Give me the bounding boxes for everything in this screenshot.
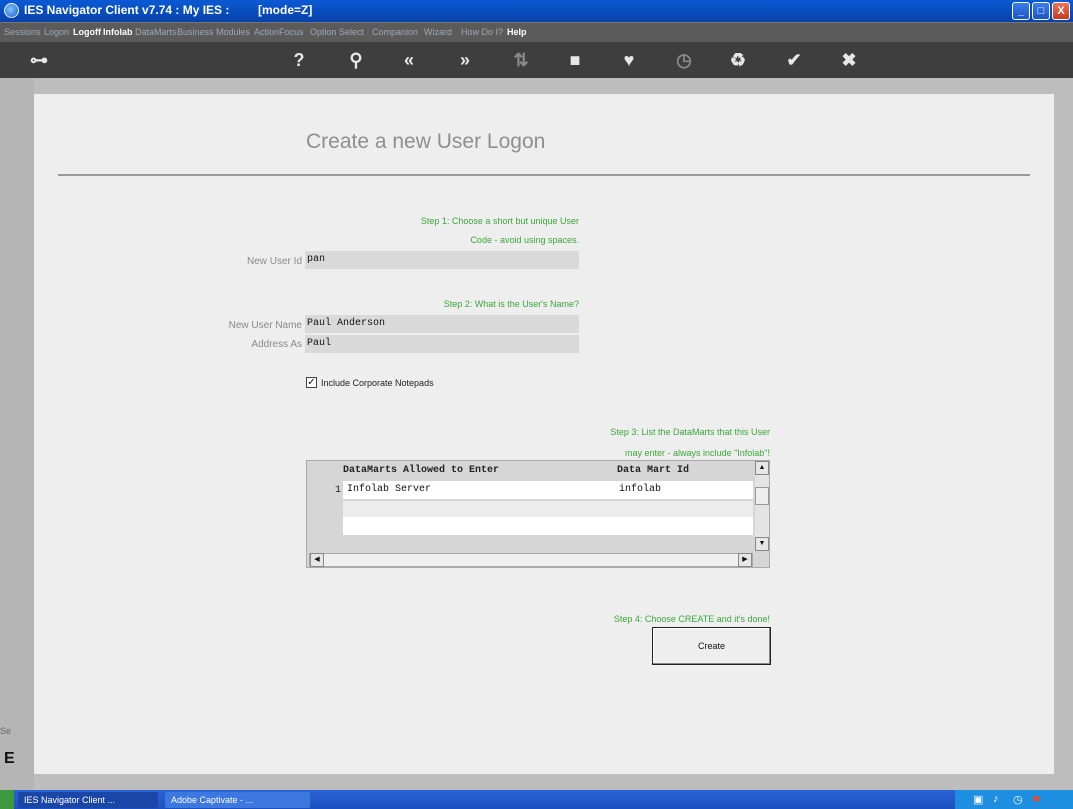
horizontal-scrollbar[interactable]: ◀ ▶ — [309, 553, 753, 567]
search-icon[interactable]: ⚲ — [343, 48, 369, 72]
user-name-label: New User Name — [228, 320, 302, 331]
empty-row[interactable] — [343, 517, 753, 535]
close-icon[interactable]: ✖ — [836, 48, 862, 72]
menu-logon[interactable]: Logon — [44, 27, 69, 37]
menu-logoff[interactable]: Logoff — [73, 27, 101, 37]
start-button[interactable] — [0, 790, 14, 809]
window-title: IES Navigator Client v7.74 : My IES : — [24, 3, 230, 17]
left-strip-label: Se — [0, 726, 12, 736]
content-area: Se E — [0, 78, 1073, 790]
recycle-icon[interactable]: ♻ — [725, 48, 751, 72]
step3-line2: may enter - always include "Infolab"! — [625, 448, 770, 458]
left-strip: Se E — [0, 78, 34, 790]
menu-how-do-i[interactable]: How Do I? — [461, 27, 503, 37]
grid-header-datamarts[interactable]: DataMarts Allowed to Enter — [343, 465, 499, 476]
menu-option-select[interactable]: Option Select — [310, 27, 364, 37]
sort-icon[interactable]: ⇅ — [508, 48, 534, 72]
table-row[interactable]: Infolab Server infolab — [343, 481, 753, 499]
datamarts-grid: DataMarts Allowed to Enter Data Mart Id … — [306, 460, 770, 568]
menu-infolab[interactable]: Infolab — [103, 27, 133, 37]
menu-datamarts[interactable]: DataMarts — [135, 27, 177, 37]
corporate-notepads-label: Include Corporate Notepads — [321, 378, 434, 388]
step1-line2: Code - avoid using spaces. — [470, 235, 579, 245]
stop-icon[interactable]: ■ — [562, 48, 588, 72]
taskbar-item-ies[interactable]: IES Navigator Client ... — [18, 792, 158, 808]
menu-companion[interactable]: Companion — [372, 27, 418, 37]
key-icon[interactable]: ⊶ — [26, 48, 52, 72]
user-id-label: New User Id — [246, 256, 302, 267]
left-strip-letter: E — [4, 750, 15, 767]
check-icon[interactable]: ✔ — [781, 48, 807, 72]
scroll-right-arrow-icon[interactable]: ▶ — [738, 553, 752, 567]
scroll-up-arrow-icon[interactable]: ▲ — [755, 461, 769, 475]
step3-line1: Step 3: List the DataMarts that this Use… — [610, 427, 770, 437]
tray-clock-icon[interactable]: ◷ — [1013, 793, 1023, 806]
maximize-button[interactable]: □ — [1032, 2, 1050, 20]
menu-wizard[interactable]: Wizard — [424, 27, 452, 37]
tray-app-icon[interactable]: ■ — [1033, 793, 1040, 805]
close-window-button[interactable]: X — [1052, 2, 1070, 20]
tray-speaker-icon[interactable]: ♪ — [993, 793, 999, 805]
mode-indicator: [mode=Z] — [258, 3, 313, 17]
step1-line1: Step 1: Choose a short but unique User — [420, 216, 579, 226]
forward-icon[interactable]: » — [452, 48, 478, 72]
menu-help[interactable]: Help — [507, 27, 527, 37]
system-tray: ▣ ♪ ◷ ■ — [955, 790, 1073, 809]
vertical-scrollbar[interactable]: ▲ ▼ — [755, 461, 769, 551]
step4-text: Step 4: Choose CREATE and it's done! — [613, 614, 770, 624]
address-as-label: Address As — [251, 339, 302, 350]
page-title: Create a new User Logon — [306, 130, 546, 153]
form-panel — [34, 94, 1054, 774]
toolbar: ⊶ ? ⚲ « » ⇅ ■ ♥ ◷ ♻ ✔ ✖ — [0, 42, 1073, 78]
heart-icon[interactable]: ♥ — [616, 48, 642, 72]
address-as-field[interactable]: Paul — [305, 335, 579, 353]
scroll-down-arrow-icon[interactable]: ▼ — [755, 537, 769, 551]
taskbar-item-captivate[interactable]: Adobe Captivate - ... — [165, 792, 310, 808]
app-window: IES Navigator Client v7.74 : My IES : [m… — [0, 0, 1073, 809]
clock-icon[interactable]: ◷ — [671, 48, 697, 72]
corporate-notepads-checkbox[interactable]: ✓ — [306, 377, 317, 388]
menu-actionfocus[interactable]: ActionFocus — [254, 27, 304, 37]
grid-header-datamart-id[interactable]: Data Mart Id — [617, 465, 689, 476]
row-datamart-name[interactable]: Infolab Server — [347, 484, 431, 495]
taskbar: IES Navigator Client ... Adobe Captivate… — [0, 790, 1073, 809]
user-id-field[interactable]: pan — [305, 251, 579, 269]
help-icon[interactable]: ? — [286, 48, 312, 72]
row-number: 1 — [334, 485, 341, 496]
menu-sessions[interactable]: Sessions — [4, 27, 41, 37]
back-icon[interactable]: « — [396, 48, 422, 72]
create-button[interactable]: Create — [652, 627, 771, 665]
user-name-field[interactable]: Paul Anderson — [305, 315, 579, 333]
scroll-thumb[interactable] — [755, 487, 769, 505]
menu-business-modules[interactable]: Business Modules — [177, 27, 250, 37]
title-divider — [58, 174, 1030, 176]
step2-text: Step 2: What is the User's Name? — [443, 299, 579, 309]
app-icon — [4, 3, 19, 18]
title-bar: IES Navigator Client v7.74 : My IES : [m… — [0, 0, 1073, 22]
scroll-left-arrow-icon[interactable]: ◀ — [310, 553, 324, 567]
menu-bar: Sessions Logon Logoff Infolab DataMarts … — [0, 22, 1073, 42]
tray-network-icon[interactable]: ▣ — [973, 793, 983, 806]
minimize-button[interactable]: _ — [1012, 2, 1030, 20]
row-datamart-id[interactable]: infolab — [619, 484, 661, 495]
